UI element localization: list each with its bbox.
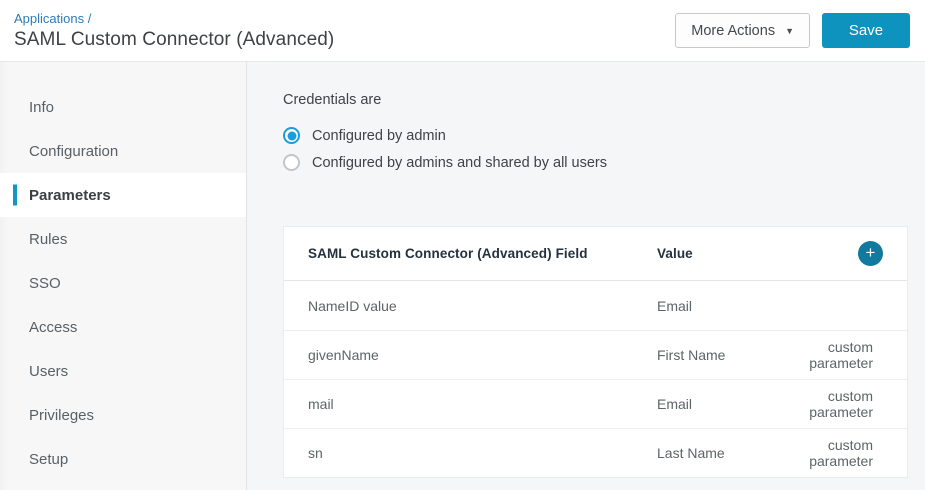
sidebar-item-rules[interactable]: Rules — [0, 217, 246, 261]
sidebar-item-privileges[interactable]: Privileges — [0, 393, 246, 437]
cell-note: custom parameter — [809, 437, 873, 469]
more-actions-label: More Actions — [691, 22, 776, 39]
sidebar-item-label: Parameters — [29, 186, 111, 204]
parameters-table: SAML Custom Connector (Advanced) Field V… — [283, 226, 908, 478]
sidebar-nav: Info Configuration Parameters Rules SSO … — [0, 62, 247, 490]
page-body: Info Configuration Parameters Rules SSO … — [0, 62, 925, 490]
credentials-label: Credentials are — [283, 92, 382, 108]
sidebar-item-access[interactable]: Access — [0, 305, 246, 349]
add-parameter-button[interactable]: + — [858, 241, 883, 266]
breadcrumb[interactable]: Applications / — [14, 11, 334, 26]
radio-button-unselected-icon[interactable] — [283, 154, 300, 171]
cell-field: givenName — [308, 347, 379, 363]
cell-value: Email — [657, 297, 693, 314]
sidebar-item-label: Setup — [29, 450, 69, 468]
sidebar-item-parameters[interactable]: Parameters — [0, 173, 246, 217]
sidebar-item-label: Users — [29, 362, 69, 380]
cell-note: custom parameter — [809, 388, 873, 420]
sidebar-item-label: Access — [29, 318, 78, 336]
cell-value: Last Name — [657, 445, 725, 461]
header-actions: More Actions ▼ Save — [675, 13, 910, 48]
cell-field: NameID value — [308, 297, 397, 314]
sidebar-item-info[interactable]: Info — [0, 85, 246, 129]
table-header-row: SAML Custom Connector (Advanced) Field V… — [284, 227, 907, 281]
main-content: Credentials are Configured by admin Conf… — [247, 62, 925, 490]
sidebar-item-users[interactable]: Users — [0, 349, 246, 393]
cell-field: mail — [308, 396, 334, 412]
radio-option-configured-by-admin[interactable]: Configured by admin — [283, 127, 908, 144]
radio-option-label[interactable]: Configured by admin — [312, 128, 446, 144]
table-row[interactable]: mail Email custom parameter — [284, 379, 907, 428]
cell-value: Email — [657, 396, 693, 412]
sidebar-item-label: Rules — [29, 230, 68, 248]
sidebar-item-sso[interactable]: SSO — [0, 261, 246, 305]
sidebar-item-label: SSO — [29, 274, 61, 292]
page-title: SAML Custom Connector (Advanced) — [14, 28, 335, 50]
table-row[interactable]: givenName First Name custom parameter — [284, 330, 907, 379]
sidebar-item-label: Configuration — [29, 142, 119, 160]
more-actions-button[interactable]: More Actions ▼ — [675, 13, 810, 48]
sidebar-item-label: Info — [29, 98, 55, 116]
sidebar-item-setup[interactable]: Setup — [0, 437, 246, 481]
application-settings-page: Applications / SAML Custom Connector (Ad… — [0, 0, 925, 490]
radio-option-shared-by-all-users[interactable]: Configured by admins and shared by all u… — [283, 154, 908, 171]
column-header-field: SAML Custom Connector (Advanced) Field — [308, 246, 588, 261]
save-button[interactable]: Save — [822, 13, 910, 48]
active-indicator — [13, 184, 17, 206]
radio-option-label[interactable]: Configured by admins and shared by all u… — [312, 155, 607, 171]
top-header-bar: Applications / SAML Custom Connector (Ad… — [0, 0, 925, 62]
cell-note: custom parameter — [809, 339, 873, 371]
credentials-radio-group: Configured by admin Configured by admins… — [283, 127, 908, 171]
cell-value: First Name — [657, 347, 726, 363]
plus-icon: + — [865, 243, 876, 262]
radio-button-selected-icon[interactable] — [283, 127, 300, 144]
header-titles: Applications / SAML Custom Connector (Ad… — [14, 11, 334, 51]
sidebar-item-label: Privileges — [29, 406, 95, 424]
sidebar-item-configuration[interactable]: Configuration — [0, 129, 246, 173]
column-header-value: Value — [657, 246, 693, 261]
chevron-down-icon: ▼ — [785, 26, 794, 36]
table-row[interactable]: sn Last Name custom parameter — [284, 428, 907, 477]
cell-field: sn — [308, 445, 323, 461]
table-row[interactable]: NameID value Email — [284, 281, 907, 330]
